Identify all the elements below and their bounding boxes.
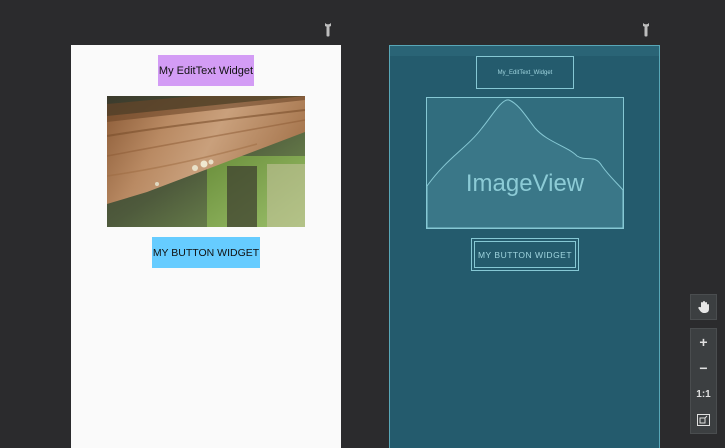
button-widget[interactable]: MY BUTTON WIDGET bbox=[152, 237, 260, 268]
zoom-out-button[interactable]: − bbox=[690, 355, 717, 381]
wrench-icon[interactable] bbox=[321, 22, 335, 38]
zoom-to-fit-icon[interactable] bbox=[690, 407, 717, 433]
design-surface[interactable]: My EditText Widget MY BUTTON WIDGET bbox=[71, 45, 341, 448]
layout-editor-canvas: My EditText Widget MY BUTTON WIDGET My_E… bbox=[0, 0, 725, 448]
zoom-in-button[interactable]: + bbox=[690, 329, 717, 355]
status-bar-outline bbox=[390, 46, 659, 56]
blueprint-button[interactable]: MY BUTTON WIDGET bbox=[471, 238, 579, 271]
wood-rail-photo bbox=[107, 96, 305, 227]
blueprint-surface[interactable]: My_EditText_Widget ImageView MY BUTTON W… bbox=[389, 45, 660, 448]
imageview-label: ImageView bbox=[465, 170, 585, 197]
zoom-controls: + − 1:1 bbox=[690, 328, 717, 434]
blueprint-imageview[interactable]: ImageView bbox=[426, 97, 624, 229]
edittext-widget[interactable]: My EditText Widget bbox=[158, 55, 254, 86]
actual-size-button[interactable]: 1:1 bbox=[690, 381, 717, 407]
blueprint-button-label: MY BUTTON WIDGET bbox=[474, 241, 576, 268]
hand-icon[interactable] bbox=[690, 294, 717, 320]
blueprint-edittext[interactable]: My_EditText_Widget bbox=[476, 56, 574, 89]
wrench-icon[interactable] bbox=[639, 22, 653, 38]
image-widget[interactable] bbox=[107, 96, 305, 227]
mountain-placeholder-icon bbox=[427, 99, 623, 228]
